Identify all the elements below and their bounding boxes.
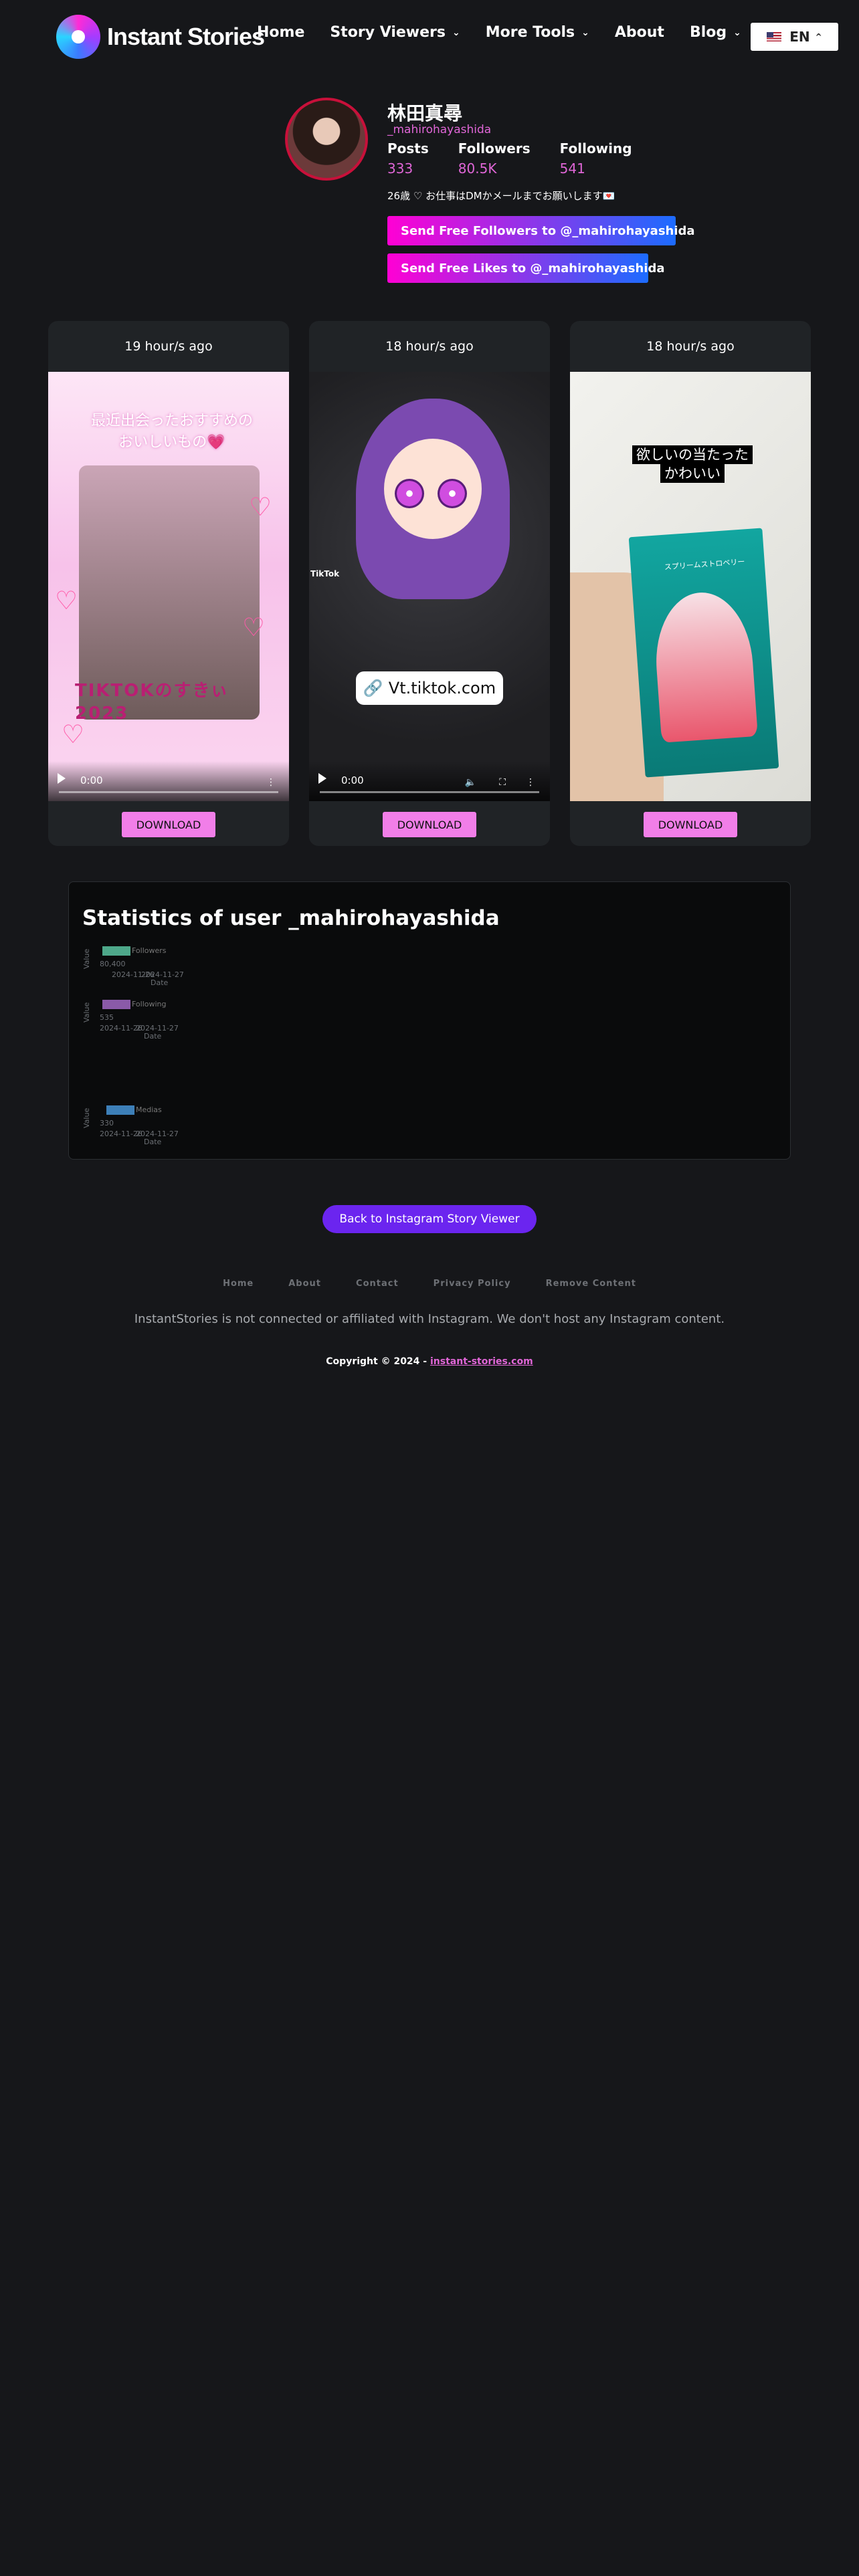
more-icon[interactable]: ⋮ <box>266 777 276 788</box>
y-tick-label: 535 <box>100 1013 114 1022</box>
nav-item-home[interactable]: Home <box>257 24 304 41</box>
stat-chart-following: Value Following 535 2024-11-26 2024-11-27 Dat… <box>82 1000 350 1047</box>
profile-bio: 26歳 ♡ お仕事はDMかメールまでお願いします💌 <box>387 190 615 202</box>
back-to-story-viewer-button[interactable]: Back to Instagram Story Viewer <box>322 1205 537 1233</box>
send-likes-button[interactable]: Send Free Likes to @_mahirohayashida <box>387 253 665 283</box>
chart-y-label: Value <box>82 1002 91 1023</box>
statistics-panel: Statistics of user _mahirohayashida Valu… <box>68 881 791 1160</box>
logo-text: Instant Stories <box>107 23 265 50</box>
footer-link-privacy[interactable]: Privacy Policy <box>434 1279 511 1289</box>
send-followers-button[interactable]: Send Free Followers to @_mahirohayashida <box>387 216 695 245</box>
top-nav: Instant Stories Home Story Viewers ⌄ More… <box>0 0 859 74</box>
copyright: Copyright © 2024 - instant-stories.com <box>326 1356 533 1367</box>
chevron-down-icon: ⌄ <box>452 27 460 38</box>
chart-y-label: Value <box>82 1107 91 1128</box>
volume-icon[interactable]: 🔈 <box>465 777 476 788</box>
video-controls: 0:00 🔈 ⛶ ⋮ <box>309 761 550 801</box>
us-flag-icon <box>767 32 782 41</box>
nav-item-more-tools[interactable]: More Tools ⌄ <box>486 24 589 41</box>
stat-following: Following 541 <box>559 140 632 177</box>
tiktok-link-pill: 🔗 Vt.tiktok.com <box>356 671 503 705</box>
video-progress[interactable] <box>320 791 539 793</box>
language-code: EN <box>789 29 810 45</box>
story-big-text: TIKTOKのすきぃ 2023 <box>75 681 229 724</box>
story-video[interactable]: 最近出会ったおすすめの おいしいもの💗 ♡ ♡ ♡ ♡ TIKTOKのすきぃ 2… <box>48 372 289 801</box>
nav-menu: Home Story Viewers ⌄ More Tools ⌄ About Bl… <box>257 24 813 41</box>
footer-link-remove-content[interactable]: Remove Content <box>546 1279 636 1289</box>
story-video[interactable]: TikTok 🔗 Vt.tiktok.com 0:00 🔈 ⛶ ⋮ <box>309 372 550 801</box>
video-controls: 0:00 ⋮ <box>48 761 289 801</box>
chevron-down-icon: ⌄ <box>581 27 589 38</box>
chart-y-label: Value <box>82 948 91 969</box>
video-time: 0:00 <box>80 774 103 786</box>
story-card: 18 hour/s ago TikTok 🔗 Vt.tiktok.com 0:0… <box>309 321 550 846</box>
download-button[interactable]: DOWNLOAD <box>644 812 737 837</box>
footer-links: Home About Contact Privacy Policy Remove… <box>0 1279 859 1289</box>
copyright-link[interactable]: instant-stories.com <box>430 1356 533 1367</box>
card-pack-image: スプリームストロベリー <box>628 528 779 778</box>
play-icon[interactable] <box>318 773 326 784</box>
statistics-title: Statistics of user _mahirohayashida <box>82 906 500 930</box>
chart-x-label: Date <box>144 1032 162 1041</box>
story-caption: 欲しいの当たった かわいい <box>630 445 755 483</box>
heart-icon: ♡ <box>242 613 266 642</box>
logo-link[interactable]: Instant Stories <box>56 15 265 59</box>
profile-username[interactable]: _mahirohayashida <box>387 123 491 136</box>
logo-icon <box>56 15 100 59</box>
link-icon: 🔗 <box>363 679 383 697</box>
footer-link-contact[interactable]: Contact <box>356 1279 399 1289</box>
legend-swatch <box>102 1000 130 1009</box>
story-time: 19 hour/s ago <box>124 339 213 354</box>
stat-followers: Followers 80.5K <box>458 140 531 177</box>
y-tick-label: 330 <box>100 1119 114 1128</box>
footer-link-home[interactable]: Home <box>223 1279 254 1289</box>
heart-icon: ♡ <box>55 586 78 615</box>
download-button[interactable]: DOWNLOAD <box>383 812 476 837</box>
video-time: 0:00 <box>341 774 364 786</box>
legend-swatch <box>106 1105 134 1115</box>
nav-item-about[interactable]: About <box>615 24 664 41</box>
chevron-up-icon: ^ <box>815 32 822 41</box>
y-tick-label: 80,400 <box>100 960 126 968</box>
avatar <box>285 98 368 181</box>
story-time: 18 hour/s ago <box>646 339 735 354</box>
legend-swatch <box>102 946 130 956</box>
chart-x-label: Date <box>144 1138 162 1146</box>
stat-chart-followers: Value Followers 80,400 2024-11-26 2024-11-27… <box>82 946 350 993</box>
footer-disclaimer: InstantStories is not connected or affil… <box>134 1312 725 1326</box>
story-image: スプリームストロベリー 欲しいの当たった かわいい <box>570 372 811 801</box>
footer-link-about[interactable]: About <box>288 1279 321 1289</box>
story-time: 18 hour/s ago <box>385 339 474 354</box>
stat-chart-medias: Value Medias 330 2024-11-26 2024-11-27 Date <box>82 1105 350 1152</box>
story-card: 19 hour/s ago 最近出会ったおすすめの おいしいもの💗 ♡ ♡ ♡ … <box>48 321 289 846</box>
chevron-down-icon: ⌄ <box>733 27 741 38</box>
more-icon[interactable]: ⋮ <box>526 777 535 788</box>
tiktok-icon: TikTok <box>310 569 340 578</box>
legend-label: Medias <box>136 1105 162 1114</box>
fullscreen-icon[interactable]: ⛶ <box>499 777 506 788</box>
profile-stats: Posts 333 Followers 80.5K Following 541 <box>387 140 662 177</box>
heart-icon: ♡ <box>249 492 272 522</box>
story-card: 18 hour/s ago スプリームストロベリー 欲しいの当たった かわいい … <box>570 321 811 846</box>
download-button[interactable]: DOWNLOAD <box>122 812 215 837</box>
play-icon[interactable] <box>58 773 66 784</box>
nav-item-story-viewers[interactable]: Story Viewers ⌄ <box>330 24 460 41</box>
legend-label: Following <box>132 1000 167 1008</box>
video-progress[interactable] <box>59 791 278 793</box>
profile-name: 林田真尋 <box>387 102 463 124</box>
nav-item-blog[interactable]: Blog ⌄ <box>690 24 741 41</box>
chart-x-label: Date <box>151 978 169 987</box>
stat-posts: Posts 333 <box>387 140 429 177</box>
legend-label: Followers <box>132 946 167 955</box>
story-overlay-text: 最近出会ったおすすめの おいしいもの💗 <box>90 413 253 451</box>
language-selector[interactable]: EN ^ <box>751 23 838 51</box>
